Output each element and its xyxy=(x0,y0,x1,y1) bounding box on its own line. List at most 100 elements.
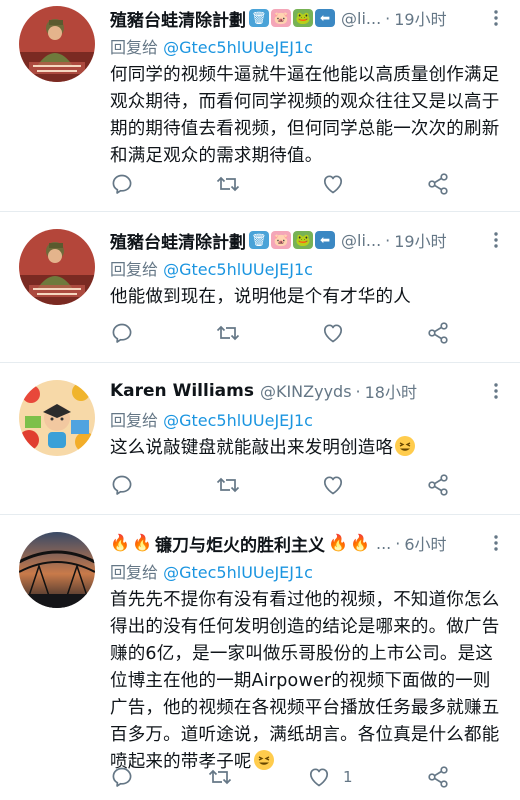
reply-prefix: 回复给 xyxy=(110,411,159,430)
fire-icon: 🔥 xyxy=(110,533,130,552)
timestamp[interactable]: 19小时 xyxy=(394,6,446,30)
timestamp[interactable]: 6小时 xyxy=(404,531,446,555)
reply-to-line: 回复给 @Gtec5hlUUeJEJ1c xyxy=(110,559,506,583)
frog-icon: 🐸 xyxy=(293,9,313,27)
fire-icon: 🔥 xyxy=(350,533,370,552)
timestamp[interactable]: 18小时 xyxy=(365,379,417,403)
retweet-button[interactable] xyxy=(207,765,233,789)
like-button[interactable] xyxy=(321,473,345,497)
reply-icon xyxy=(112,323,132,343)
reply-mention[interactable]: @Gtec5hlUUeJEJ1c xyxy=(163,38,313,57)
timestamp[interactable]: 19小时 xyxy=(394,228,446,252)
separator-dot: · xyxy=(385,8,391,28)
tweet-text: 他能做到现在，说明他是个有才华的人 xyxy=(110,287,411,307)
share-button[interactable] xyxy=(426,321,450,345)
tweet[interactable]: Karen Williams @KINZyyds · 18小时 回复给 @Gte… xyxy=(0,363,520,515)
tweet-text: 这么说敲键盘就能敲出来发明创造咯 xyxy=(110,438,394,458)
reply-icon xyxy=(112,767,132,787)
reply-mention[interactable]: @Gtec5hlUUeJEJ1c xyxy=(163,563,313,582)
separator-dot: · xyxy=(395,533,401,553)
user-handle[interactable]: @KINZyyds xyxy=(260,382,352,401)
separator-dot: · xyxy=(385,230,391,250)
tweet-actions: 1 xyxy=(110,763,450,791)
tweet-text: 何同学的视频牛逼就牛逼在他能以高质量创作满足观众期待，而看何同学视频的观众往往又… xyxy=(110,65,500,166)
left-arrow-icon: ⬅ xyxy=(315,231,335,249)
retweet-button[interactable] xyxy=(215,321,241,345)
like-icon xyxy=(324,175,343,194)
tweet-text-wrap: 首先先不提你有没有看过他的视频，不知道你怎么得出的没有任何发明创造的结论是哪来的… xyxy=(110,587,506,776)
tweet-actions xyxy=(110,471,450,499)
user-handle[interactable]: @li... xyxy=(341,231,381,250)
reply-to-line: 回复给 @Gtec5hlUUeJEJ1c xyxy=(110,407,506,431)
tweet-header: 🔥 🔥 镰刀与炬火的胜利主义 🔥 🔥 ... · 6小时 xyxy=(110,529,506,557)
tweet-header: Karen Williams @KINZyyds · 18小时 xyxy=(110,377,506,405)
retweet-button[interactable] xyxy=(215,473,241,497)
reply-mention[interactable]: @Gtec5hlUUeJEJ1c xyxy=(163,260,313,279)
reply-button[interactable] xyxy=(110,172,134,196)
fire-icon: 🔥 xyxy=(132,533,152,552)
display-name[interactable]: 殖豬台蛙清除計劃 xyxy=(110,228,246,253)
share-button[interactable] xyxy=(426,765,450,789)
tweet-header: 殖豬台蛙清除計劃 🗑 🐷 🐸 ⬅ @li... · 19小时 xyxy=(110,226,506,254)
wastebasket-icon: 🗑 xyxy=(249,9,269,27)
grinning-squinting-face-icon xyxy=(395,436,416,456)
user-handle[interactable]: @li... xyxy=(341,9,381,28)
reply-to-line: 回复给 @Gtec5hlUUeJEJ1c xyxy=(110,256,506,280)
display-name[interactable]: 殖豬台蛙清除計劃 xyxy=(110,6,246,31)
tweet-text-wrap: 这么说敲键盘就能敲出来发明创造咯 xyxy=(110,435,506,462)
retweet-icon xyxy=(216,325,239,341)
name-emojis: 🗑 🐷 🐸 ⬅ xyxy=(249,9,335,27)
reply-prefix: 回复给 xyxy=(110,260,159,279)
reply-mention[interactable]: @Gtec5hlUUeJEJ1c xyxy=(163,411,313,430)
share-icon xyxy=(428,474,448,496)
more-icon[interactable] xyxy=(486,8,506,28)
frog-icon: 🐸 xyxy=(293,231,313,249)
like-count: 1 xyxy=(342,768,353,786)
name-emojis-leading: 🔥 🔥 xyxy=(110,534,152,552)
name-emojis-trailing: 🔥 🔥 xyxy=(328,534,370,552)
reply-to-line: 回复给 @Gtec5hlUUeJEJ1c xyxy=(110,34,506,58)
reply-button[interactable] xyxy=(110,765,134,789)
reply-icon xyxy=(112,475,132,495)
pig-icon: 🐷 xyxy=(271,231,291,249)
more-icon[interactable] xyxy=(486,230,506,250)
like-button[interactable]: 1 xyxy=(307,765,353,789)
retweet-button[interactable] xyxy=(215,172,241,196)
share-icon xyxy=(428,322,448,344)
avatar[interactable] xyxy=(19,229,95,305)
user-handle[interactable]: ... xyxy=(376,534,391,553)
more-icon[interactable] xyxy=(486,533,506,553)
tweet-header: 殖豬台蛙清除計劃 🗑 🐷 🐸 ⬅ @li... · 19小时 xyxy=(110,4,506,32)
like-button[interactable] xyxy=(321,172,345,196)
left-arrow-icon: ⬅ xyxy=(315,9,335,27)
tweet-actions xyxy=(110,319,450,347)
share-button[interactable] xyxy=(426,172,450,196)
share-button[interactable] xyxy=(426,473,450,497)
reply-button[interactable] xyxy=(110,473,134,497)
more-icon[interactable] xyxy=(486,381,506,401)
tweet[interactable]: 殖豬台蛙清除計劃 🗑 🐷 🐸 ⬅ @li... · 19小时 回复给 @Gtec… xyxy=(0,212,520,363)
like-button[interactable] xyxy=(321,321,345,345)
reply-button[interactable] xyxy=(110,321,134,345)
like-icon xyxy=(324,324,343,343)
avatar[interactable] xyxy=(19,380,95,456)
display-name[interactable]: 镰刀与炬火的胜利主义 xyxy=(155,531,325,556)
reply-icon xyxy=(112,174,132,194)
tweet[interactable]: 🔥 🔥 镰刀与炬火的胜利主义 🔥 🔥 ... · 6小时 回复给 @Gtec5h… xyxy=(0,515,520,800)
share-icon xyxy=(428,173,448,195)
retweet-icon xyxy=(216,176,239,192)
pig-icon: 🐷 xyxy=(271,9,291,27)
avatar[interactable] xyxy=(19,6,95,82)
like-icon xyxy=(324,476,343,495)
separator-dot: · xyxy=(355,381,361,401)
tweet-text: 首先先不提你有没有看过他的视频，不知道你怎么得出的没有任何发明创造的结论是哪来的… xyxy=(110,590,500,772)
reply-prefix: 回复给 xyxy=(110,563,159,582)
retweet-icon xyxy=(216,477,239,493)
fire-icon: 🔥 xyxy=(328,533,348,552)
tweet[interactable]: 殖豬台蛙清除計劃 🗑 🐷 🐸 ⬅ @li... · 19小时 回复给 @Gtec… xyxy=(0,0,520,212)
name-emojis: 🗑 🐷 🐸 ⬅ xyxy=(249,231,335,249)
display-name[interactable]: Karen Williams xyxy=(110,381,254,401)
tweet-actions xyxy=(110,170,450,198)
avatar[interactable] xyxy=(19,532,95,608)
share-icon xyxy=(428,766,448,788)
